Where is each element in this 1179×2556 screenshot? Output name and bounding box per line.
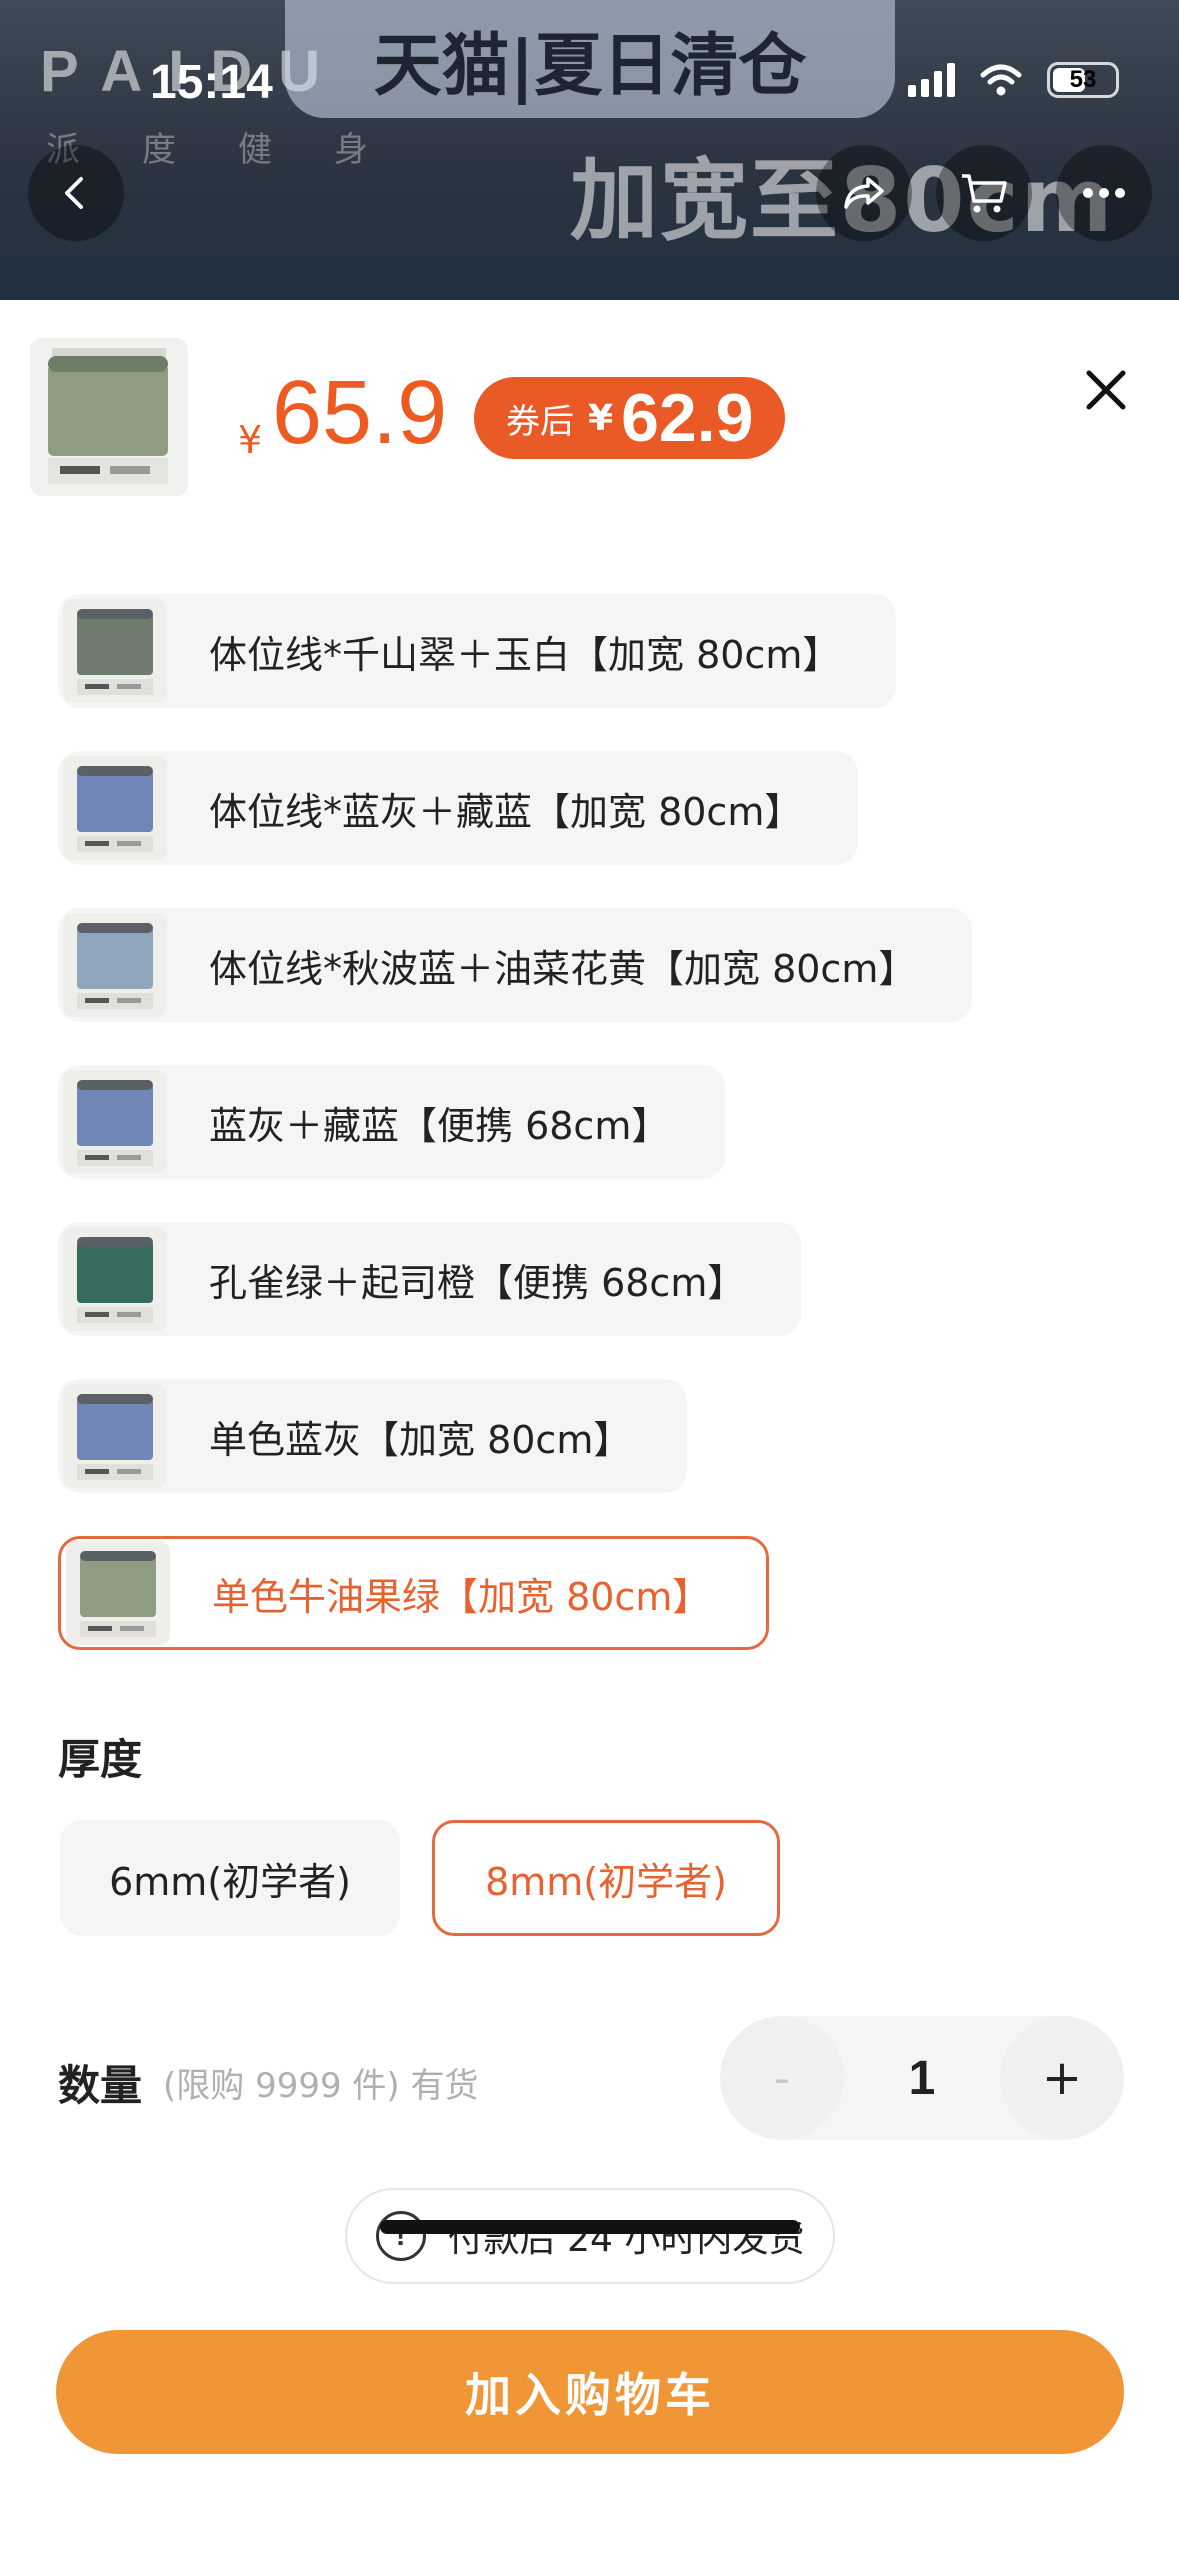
- exclamation-icon: !: [375, 2211, 426, 2261]
- quantity-limit-note: (限购 9999 件) 有货: [163, 2066, 479, 2106]
- share-icon: [844, 177, 884, 209]
- variant-option[interactable]: 体位线*秋波蓝＋油菜花黄【加宽 80cm】: [58, 908, 973, 1022]
- variant-label: 孔雀绿＋起司橙【便携 68cm】: [209, 1260, 746, 1305]
- close-button[interactable]: [1076, 360, 1136, 420]
- battery-level: 53: [1069, 66, 1097, 93]
- thickness-option-8mm[interactable]: 8mm(初学者): [432, 1820, 780, 1936]
- variant-thumbnail: [66, 1541, 170, 1645]
- coupon-price-badge: 券后 ¥ 62.9: [474, 377, 786, 459]
- status-time: 15:14: [150, 56, 273, 109]
- sku-selector-sheet: ¥ 65.9 券后 ¥ 62.9 体位线*千山翠＋玉白【加宽 80cm】 体位线*…: [0, 300, 1179, 2556]
- variant-label: 体位线*千山翠＋玉白【加宽 80cm】: [209, 632, 841, 677]
- coupon-label: 券后: [506, 401, 574, 442]
- product-page-background: PAIDU 派度健身 加宽至80cm 天猫|夏日清仓 15:14 53: [0, 0, 1179, 300]
- quantity-value[interactable]: 1: [844, 2016, 1000, 2140]
- variant-thumbnail: [63, 1227, 167, 1331]
- variant-option[interactable]: 体位线*千山翠＋玉白【加宽 80cm】: [58, 594, 897, 708]
- quantity-stepper: - 1 +: [720, 2016, 1124, 2140]
- coupon-price: 62.9: [621, 380, 754, 456]
- variant-label: 体位线*蓝灰＋藏蓝【加宽 80cm】: [209, 789, 803, 834]
- signal-icon: [908, 63, 955, 97]
- price-value: 65.9: [272, 363, 448, 463]
- battery-icon: 53: [1047, 62, 1119, 98]
- shipping-notice: ! 付款后 24 小时内发货: [345, 2188, 835, 2284]
- variant-option[interactable]: 体位线*蓝灰＋藏蓝【加宽 80cm】: [58, 751, 859, 865]
- variant-label: 单色牛油果绿【加宽 80cm】: [212, 1574, 711, 1619]
- variant-option[interactable]: 单色蓝灰【加宽 80cm】: [58, 1379, 688, 1493]
- variant-thumbnail: [63, 599, 167, 703]
- quantity-label: 数量: [58, 2061, 143, 2110]
- variant-thumbnail: [63, 913, 167, 1017]
- variant-label: 单色蓝灰【加宽 80cm】: [209, 1417, 632, 1462]
- share-button[interactable]: [816, 145, 912, 241]
- store-banner-text: 天猫|夏日清仓: [373, 26, 807, 106]
- variant-label: 体位线*秋波蓝＋油菜花黄【加宽 80cm】: [209, 946, 917, 991]
- status-icons: 53: [908, 62, 1119, 98]
- back-button[interactable]: [28, 145, 124, 241]
- add-to-cart-button[interactable]: 加入购物车: [56, 2330, 1124, 2454]
- store-banner[interactable]: 天猫|夏日清仓: [285, 0, 895, 118]
- variant-option[interactable]: 单色牛油果绿【加宽 80cm】: [58, 1536, 770, 1650]
- variant-thumbnail: [63, 756, 167, 860]
- color-variant-list: 体位线*千山翠＋玉白【加宽 80cm】 体位线*蓝灰＋藏蓝【加宽 80cm】体位线…: [58, 594, 973, 1693]
- wifi-icon: [979, 63, 1023, 97]
- variant-thumbnail: [63, 1384, 167, 1488]
- chevron-left-icon: [65, 177, 83, 209]
- cart-icon: [962, 174, 1007, 213]
- shipping-notice-text: 付款后 24 小时内发货: [447, 2219, 805, 2260]
- variant-option[interactable]: 孔雀绿＋起司橙【便携 68cm】: [58, 1222, 802, 1336]
- variant-option[interactable]: 蓝灰＋藏蓝【便携 68cm】: [58, 1065, 726, 1179]
- more-icon: [1083, 188, 1125, 198]
- quantity-increase-button[interactable]: +: [1000, 2016, 1124, 2140]
- price-currency: ¥: [238, 418, 263, 462]
- home-indicator[interactable]: [380, 2220, 800, 2234]
- thickness-option-6mm[interactable]: 6mm(初学者): [60, 1820, 400, 1936]
- thickness-title: 厚度: [58, 1735, 143, 1784]
- product-thumbnail[interactable]: [30, 338, 188, 496]
- coupon-currency: ¥: [588, 397, 614, 439]
- variant-label: 蓝灰＋藏蓝【便携 68cm】: [209, 1103, 670, 1148]
- quantity-decrease-button[interactable]: -: [720, 2016, 844, 2140]
- more-button[interactable]: [1056, 145, 1152, 241]
- close-icon: [1086, 370, 1126, 410]
- variant-thumbnail: [63, 1070, 167, 1174]
- cart-button[interactable]: [936, 145, 1032, 241]
